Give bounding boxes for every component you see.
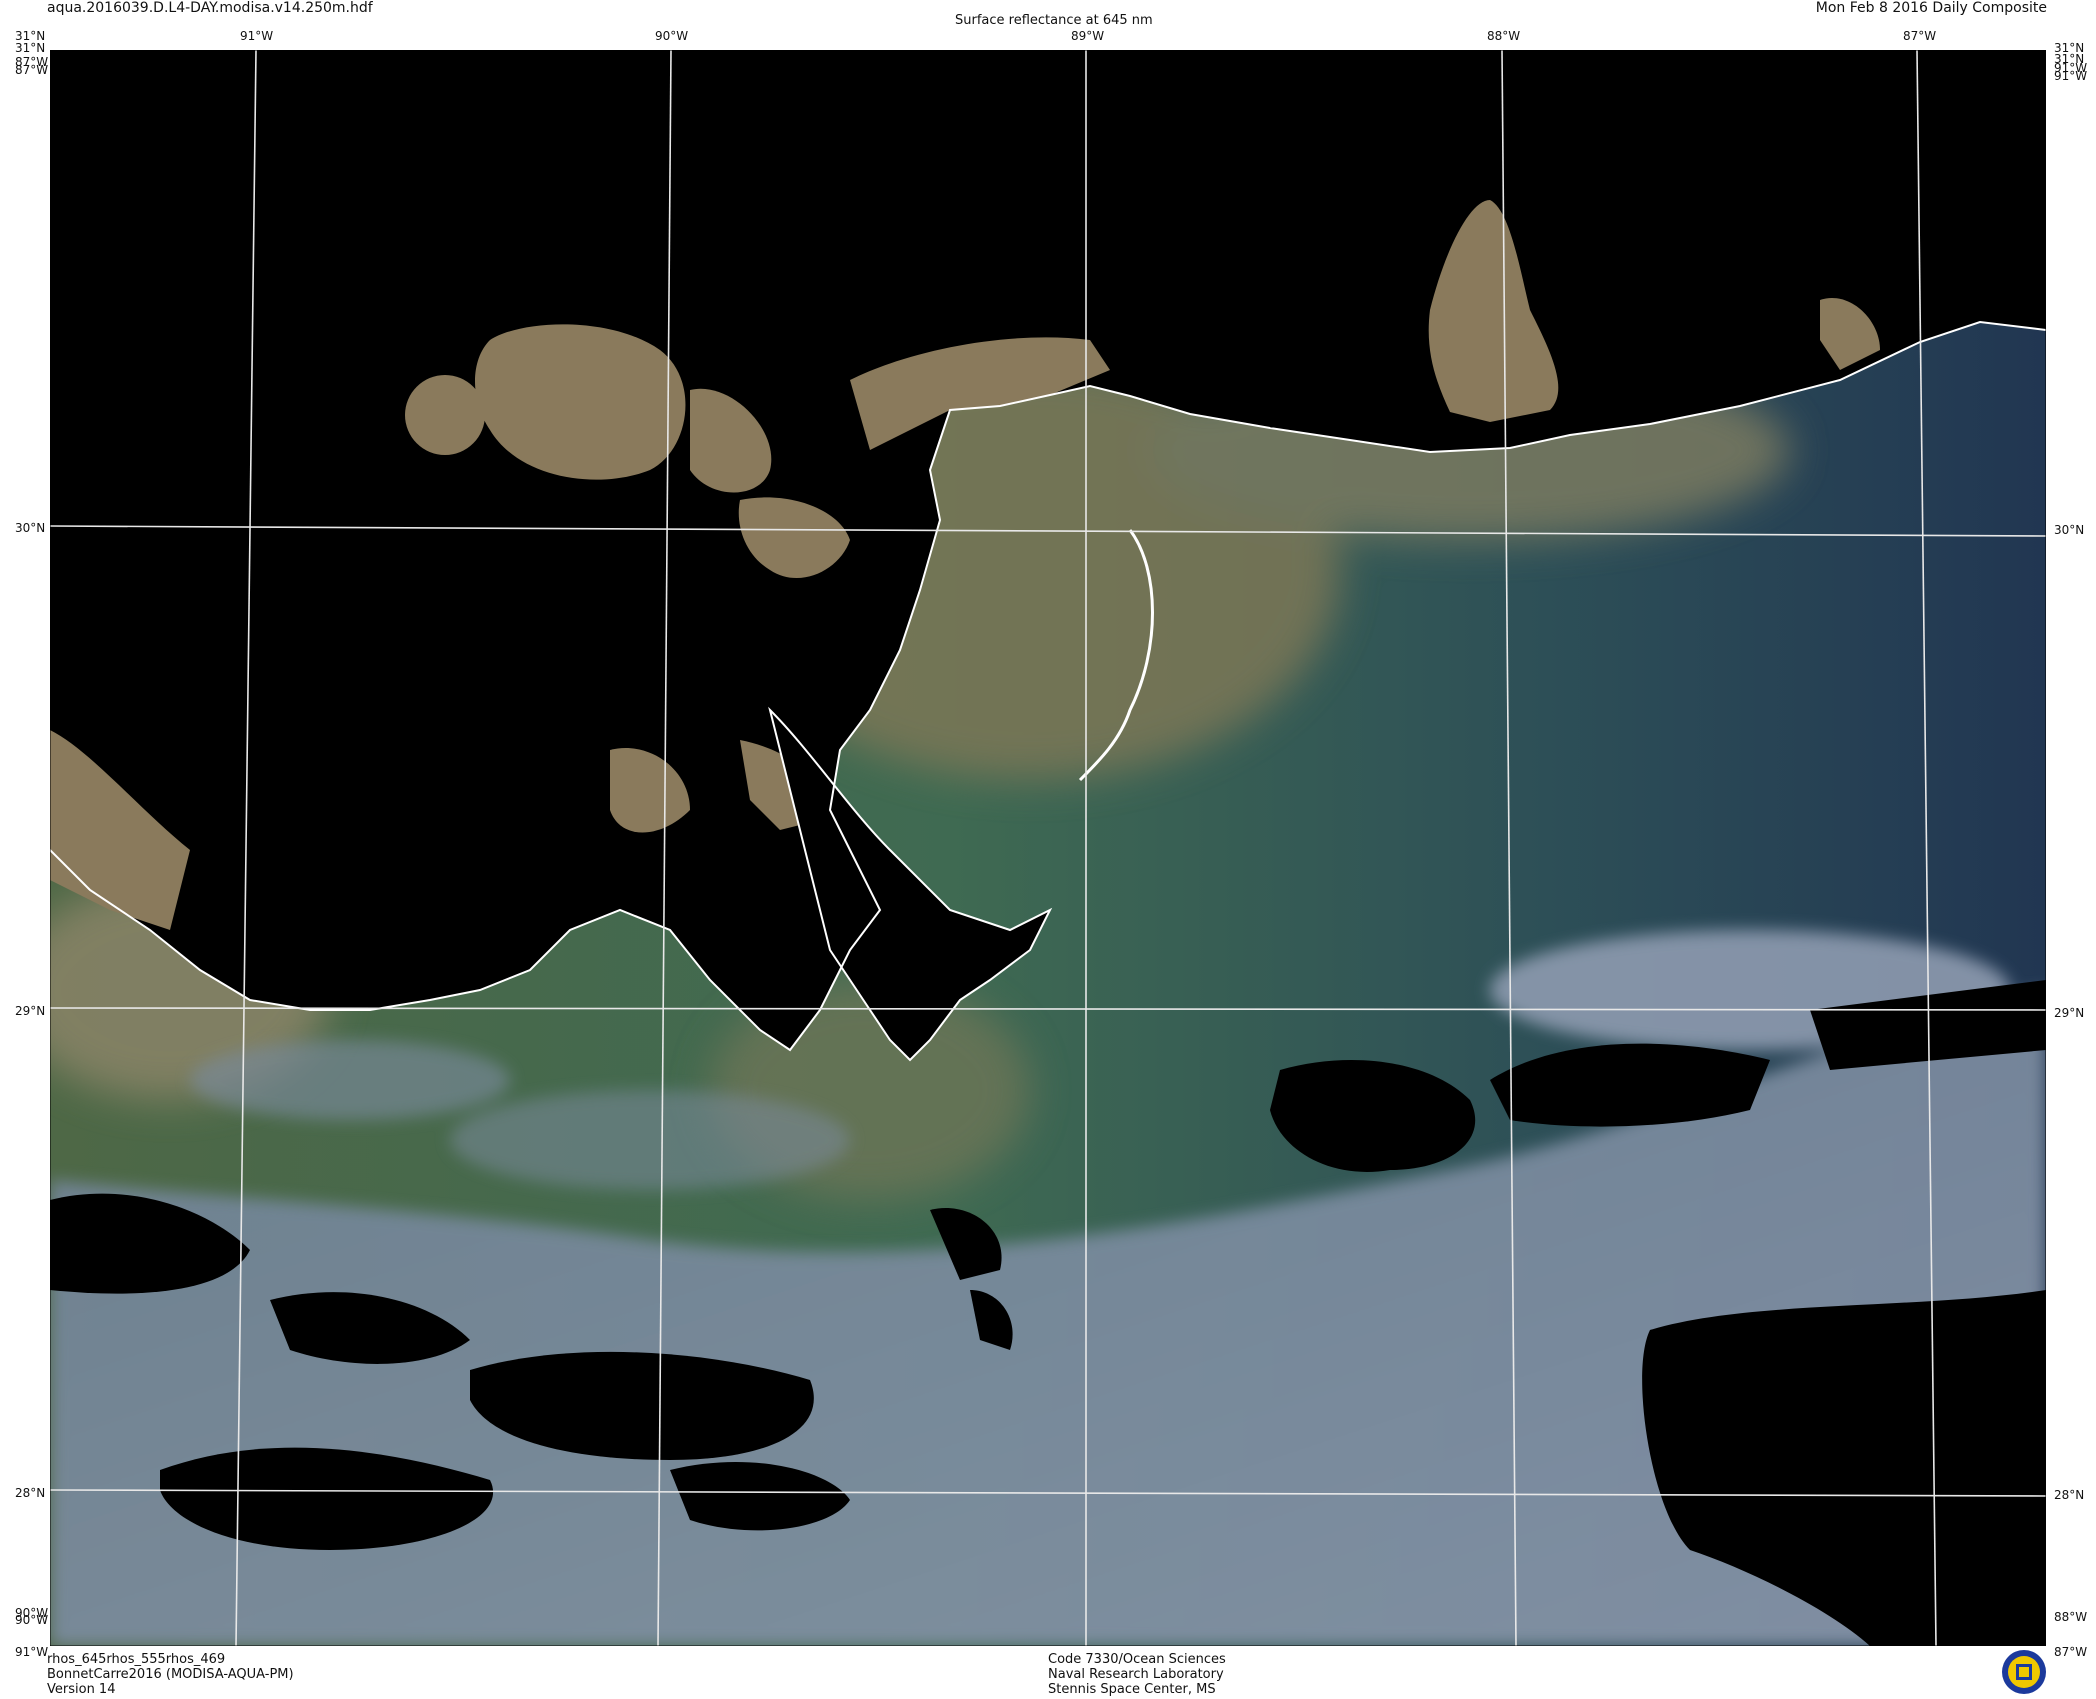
top-lon-label: 89°W <box>1071 29 1105 43</box>
corner-bottom-right-lon: 88°W <box>2054 1610 2088 1624</box>
right-lat-label: 28°N <box>2054 1488 2085 1502</box>
org-line-2: Naval Research Laboratory <box>1048 1667 1224 1682</box>
dataset-label: BonnetCarre2016 (MODISA-AQUA-PM) <box>47 1667 294 1682</box>
satellite-reflectance-map <box>50 50 2046 1646</box>
corner-top-left-lat-2: 31°N <box>15 41 46 55</box>
corner-top-right-lon-2: 91°W <box>2054 69 2088 83</box>
band-composite-label: rhos_645rhos_555rhos_469 <box>47 1652 226 1667</box>
left-lat-label: 30°N <box>15 521 46 535</box>
corner-top-left-lon-2: 87°W <box>15 63 49 77</box>
top-lon-label: 90°W <box>655 29 689 43</box>
bottom-lon-label: 87°W <box>2054 1645 2088 1659</box>
right-lat-label: 30°N <box>2054 523 2085 537</box>
top-lon-label: 91°W <box>240 29 274 43</box>
top-lon-label: 87°W <box>1903 29 1937 43</box>
left-lat-label: 29°N <box>15 1004 46 1018</box>
version-label: Version 14 <box>47 1682 116 1697</box>
corner-bottom-left-lon-2: 90°W <box>15 1613 49 1627</box>
file-name: aqua.2016039.D.L4-DAY.modisa.v14.250m.hd… <box>47 0 373 16</box>
right-lat-label: 29°N <box>2054 1006 2085 1020</box>
left-lat-label: 28°N <box>15 1486 46 1500</box>
top-lon-label: 88°W <box>1487 29 1521 43</box>
bottom-lon-label: 91°W <box>15 1645 49 1659</box>
map-title: Surface reflectance at 645 nm <box>955 13 1153 28</box>
naval-research-laboratory-seal <box>2002 1650 2046 1694</box>
org-line-3: Stennis Space Center, MS <box>1048 1682 1216 1697</box>
composite-date: Mon Feb 8 2016 Daily Composite <box>1815 0 2047 16</box>
org-line-1: Code 7330/Ocean Sciences <box>1048 1652 1226 1667</box>
